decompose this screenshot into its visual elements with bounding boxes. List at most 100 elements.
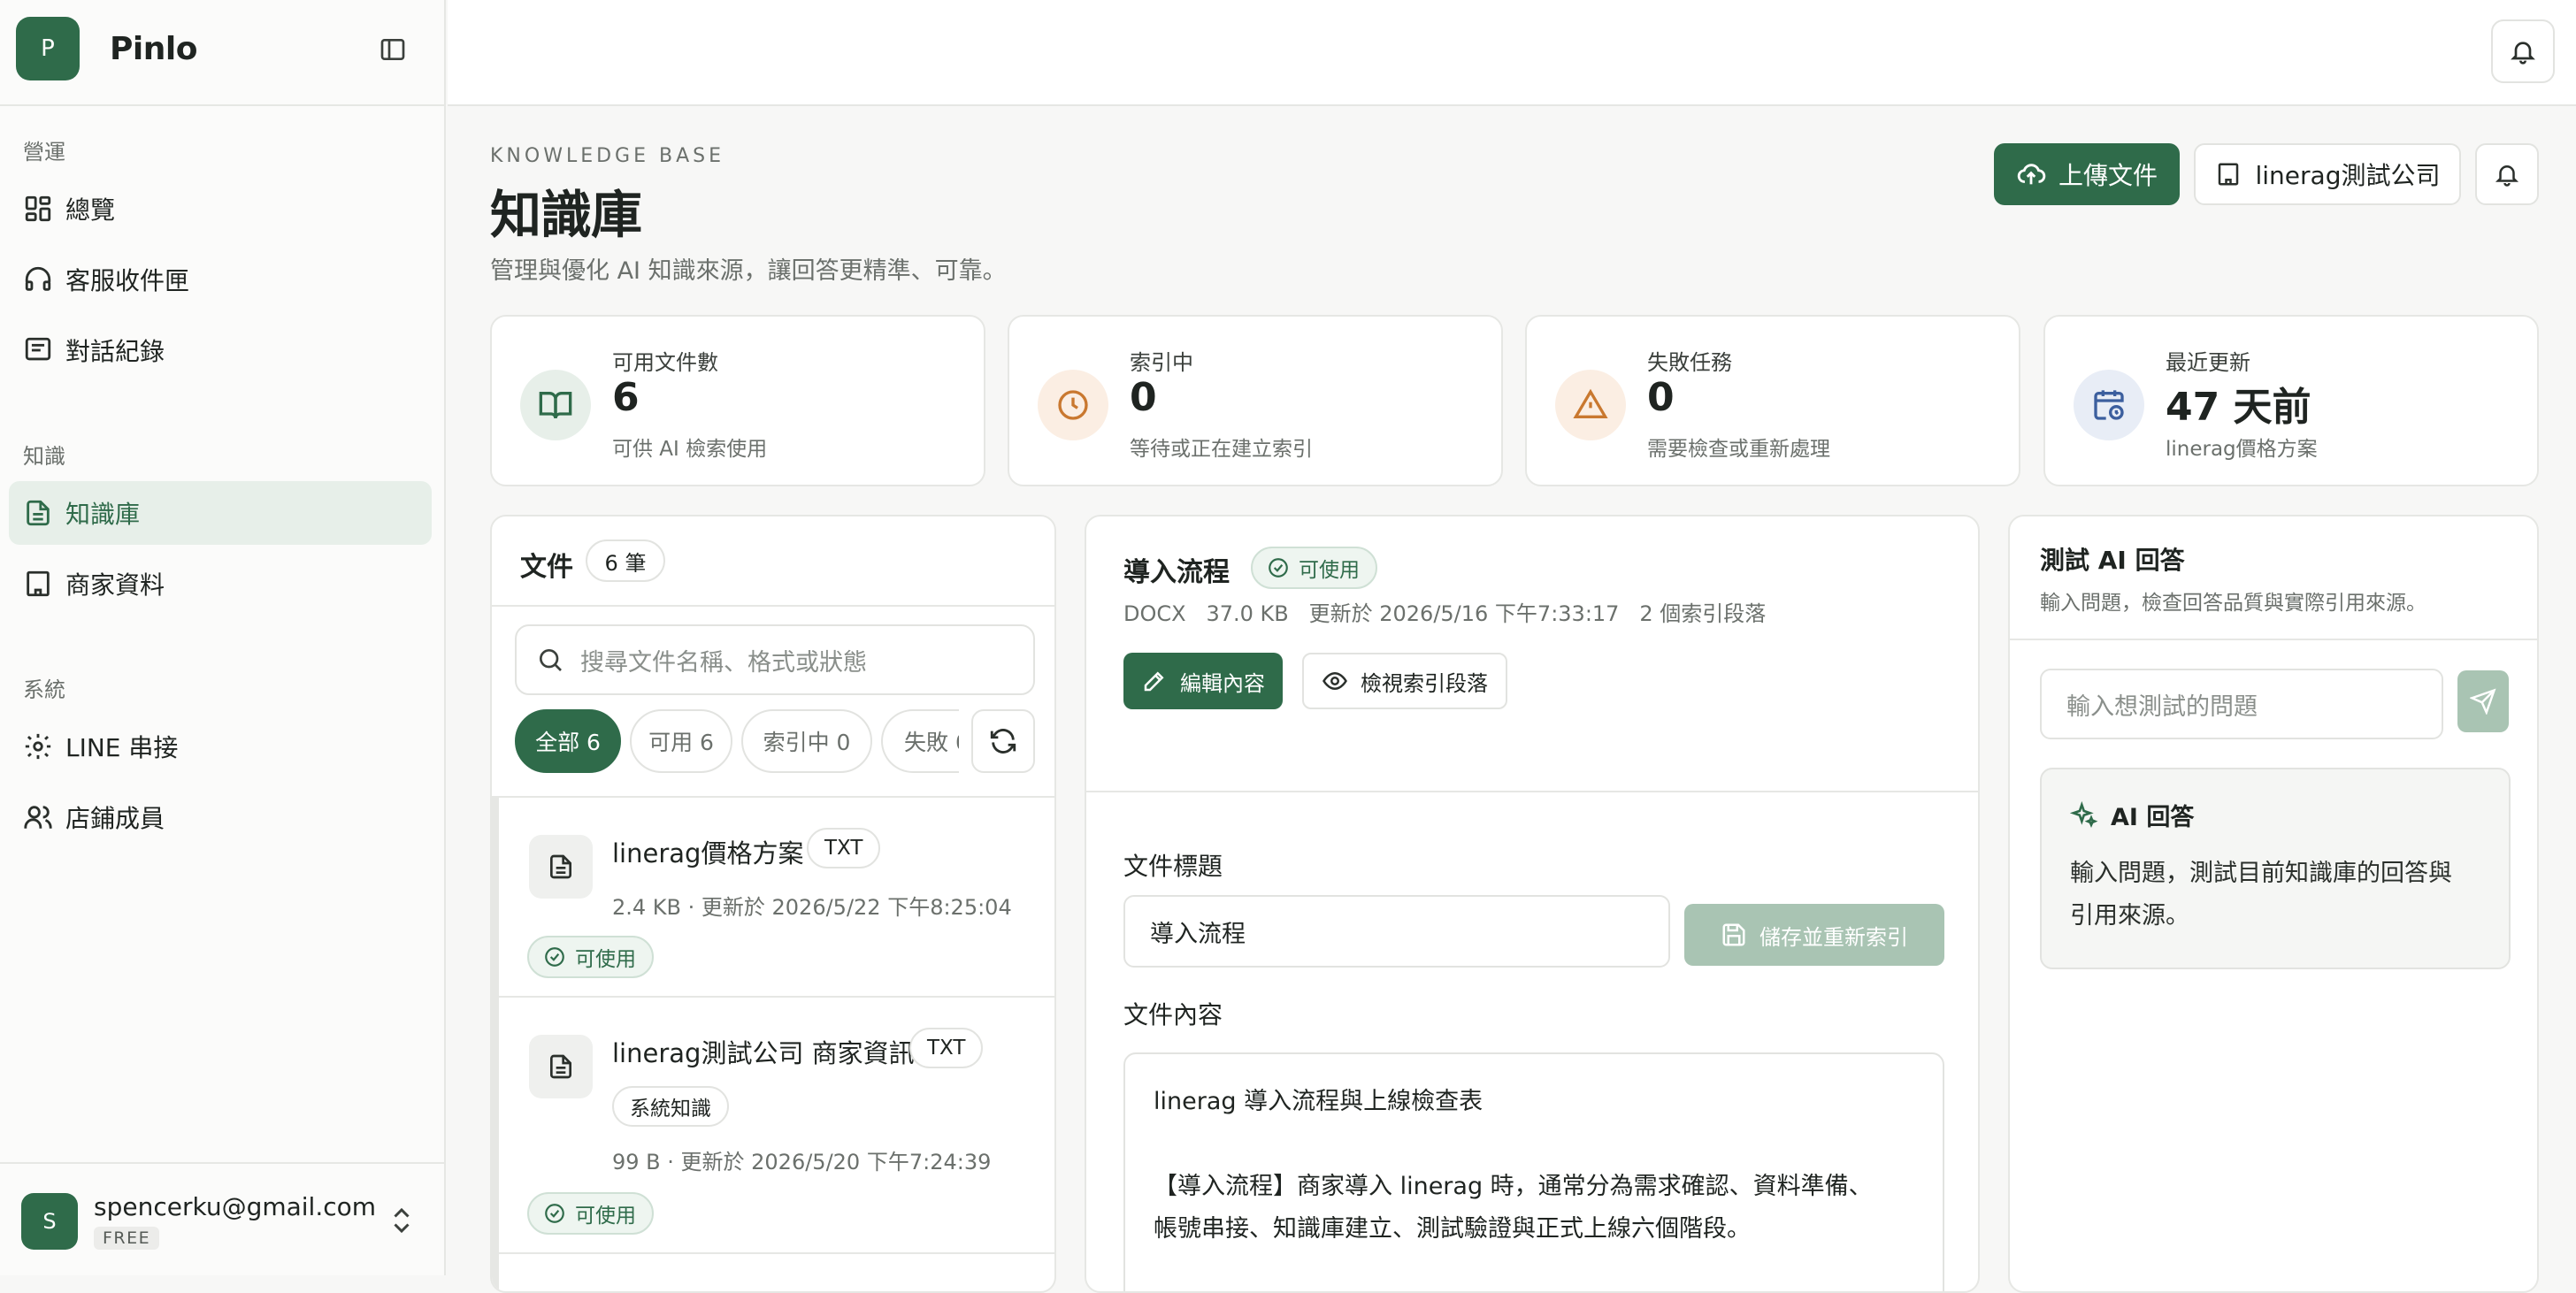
sidebar-item-overview[interactable]: 總覽	[9, 177, 432, 241]
document-icon	[529, 1035, 593, 1098]
filter-all[interactable]: 全部 6	[515, 709, 621, 773]
app-logo: P	[16, 17, 80, 80]
upload-document-button[interactable]: 上傳文件	[1994, 143, 2180, 205]
sidebar-item-conversations[interactable]: 對話紀錄	[9, 318, 432, 382]
sidebar-item-label: LINE 串接	[65, 733, 179, 762]
send-button[interactable]	[2457, 670, 2509, 732]
users-icon	[24, 806, 52, 829]
answer-text: 引用來源。	[2070, 902, 2189, 930]
page-title: 知識庫	[490, 185, 642, 245]
company-switcher-button[interactable]: linerag測試公司	[2194, 143, 2461, 205]
detail-meta: DOCX 37.0 KB 更新於 2026/5/16 下午7:33:17 2 個…	[1123, 601, 1767, 626]
answer-text: 輸入問題，測試目前知識庫的回答與	[2070, 860, 2452, 887]
sidebar-item-merchant[interactable]: 商家資料	[9, 552, 432, 616]
stat-value: 0	[1130, 375, 1157, 420]
document-title: linerag測試公司 商家資訊	[612, 1038, 915, 1068]
eye-icon	[1322, 671, 1347, 691]
save-label: 儲存並重新索引	[1760, 924, 1908, 950]
headset-icon	[25, 266, 51, 291]
sidebar-item-members[interactable]: 店鋪成員	[9, 785, 432, 849]
building-icon	[2218, 163, 2238, 186]
sidebar-item-label: 商家資料	[65, 570, 165, 600]
title-field-label: 文件標題	[1123, 852, 1223, 881]
sidebar-item-knowledge-base[interactable]: 知識庫	[9, 481, 432, 545]
calendar-clock-icon	[2074, 370, 2144, 440]
sidebar-section-operations: 營運	[23, 140, 65, 164]
content-editor[interactable]: linerag 導入流程與上線檢查表 【導入流程】商家導入 linerag 時，…	[1123, 1052, 1944, 1291]
document-icon	[529, 835, 593, 899]
stat-desc: 需要檢查或重新處理	[1647, 438, 1830, 461]
sparkle-icon	[2070, 800, 2098, 828]
sidebar-item-line-integration[interactable]: LINE 串接	[9, 715, 432, 778]
status-badge: 可使用	[527, 936, 654, 978]
divider	[499, 1252, 1054, 1254]
file-icon	[27, 500, 50, 526]
document-title: linerag價格方案	[612, 838, 804, 868]
filter-indexing[interactable]: 索引中 0	[741, 709, 872, 773]
notification-button[interactable]	[2475, 143, 2539, 205]
sidebar-item-label: 總覽	[65, 195, 116, 225]
gear-icon	[25, 733, 51, 760]
documents-count-badge: 6 筆	[586, 539, 665, 582]
page-subtitle: 管理與優化 AI 知識來源，讓回答更精準、可靠。	[490, 257, 1007, 285]
search-placeholder: 搜尋文件名稱、格式或狀態	[580, 648, 867, 677]
notification-button[interactable]	[2491, 19, 2555, 83]
stat-value: 6	[612, 375, 640, 420]
stat-label: 失敗任務	[1647, 350, 1732, 375]
document-detail-panel: 導入流程 可使用 DOCX 37.0 KB 更新於 2026/5/16 下午7:…	[1085, 515, 1980, 1293]
divider	[492, 605, 1054, 607]
save-reindex-button[interactable]: 儲存並重新索引	[1684, 904, 1944, 966]
stat-desc: 等待或正在建立索引	[1130, 438, 1313, 461]
document-meta: 2.4 KB · 更新於 2026/5/22 下午8:25:04	[612, 895, 1012, 920]
question-input[interactable]: 輸入想測試的問題	[2040, 669, 2443, 739]
view-chunks-button[interactable]: 檢視索引段落	[1302, 653, 1507, 709]
book-icon	[520, 370, 591, 440]
search-icon	[540, 649, 562, 671]
test-panel-subtitle: 輸入問題，檢查回答品質與實際引用來源。	[2040, 592, 2426, 615]
check-circle-icon	[545, 947, 564, 967]
divider	[1086, 791, 1978, 792]
cloud-upload-icon	[2017, 164, 2046, 185]
building-icon	[27, 570, 50, 597]
user-menu[interactable]: S spencerku@gmail.com FREE	[21, 1192, 376, 1250]
filter-available[interactable]: 可用 6	[630, 709, 732, 773]
sidebar-item-label: 知識庫	[65, 500, 141, 529]
view-label: 檢視索引段落	[1361, 670, 1488, 696]
upload-label: 上傳文件	[2058, 161, 2158, 190]
format-tag: TXT	[909, 1028, 984, 1068]
search-input[interactable]: 搜尋文件名稱、格式或狀態	[515, 624, 1035, 695]
chevron-up-down-icon[interactable]	[386, 1205, 418, 1236]
edit-content-button[interactable]: 編輯內容	[1123, 653, 1283, 709]
stat-value: 47 天前	[2166, 385, 2312, 430]
user-email: spencerku@gmail.com	[94, 1192, 377, 1221]
refresh-button[interactable]	[971, 709, 1035, 773]
sidebar-divider	[0, 104, 446, 106]
message-icon	[25, 337, 51, 361]
check-circle-icon	[1269, 558, 1288, 578]
status-badge: 可使用	[527, 1192, 654, 1235]
sidebar-section-system: 系統	[23, 677, 65, 702]
answer-title: AI 回答	[2111, 804, 2195, 831]
sidebar-toggle-icon[interactable]	[373, 30, 412, 69]
filter-failed[interactable]: 失敗 0	[881, 709, 959, 773]
list-item[interactable]: linerag測試公司 商家資訊 TXT 系統知識 99 B · 更新於 202…	[492, 998, 1054, 1254]
sidebar-item-inbox[interactable]: 客服收件匣	[9, 248, 432, 311]
content-heading: linerag 導入流程與上線檢查表	[1154, 1088, 1484, 1115]
bell-icon	[2511, 42, 2535, 65]
bell-icon	[2495, 165, 2519, 187]
stat-card-indexing: 索引中 0 等待或正在建立索引	[1008, 315, 1503, 486]
documents-title: 文件	[520, 552, 573, 583]
status-label: 可使用	[575, 948, 636, 971]
send-icon	[2470, 688, 2496, 715]
test-panel-title: 測試 AI 回答	[2040, 546, 2185, 575]
sidebar-divider	[0, 1162, 446, 1164]
check-circle-icon	[545, 1204, 564, 1223]
format-tag: TXT	[807, 828, 881, 868]
refresh-icon	[990, 729, 1016, 754]
brand[interactable]: P Pinlo	[16, 16, 197, 81]
sidebar-section-knowledge: 知識	[23, 444, 65, 469]
warning-icon	[1555, 370, 1626, 440]
system-knowledge-tag: 系統知識	[612, 1086, 729, 1127]
title-field[interactable]: 導入流程	[1123, 895, 1670, 968]
content-line: 【導入流程】商家導入 linerag 時，通常分為需求確認、資料準備、	[1154, 1173, 1873, 1200]
